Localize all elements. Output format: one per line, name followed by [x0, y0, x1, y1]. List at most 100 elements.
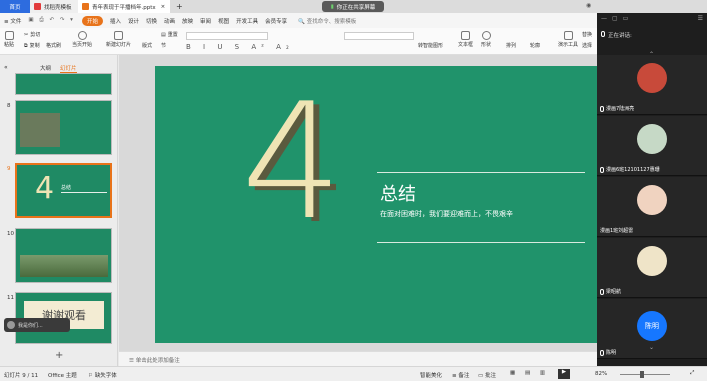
font-format-group[interactable]: B I U S A² A₂ [186, 43, 294, 51]
menu-review[interactable]: 审阅 [200, 17, 211, 25]
participant-avatar [637, 185, 667, 215]
slide-subtitle[interactable]: 在面对困难时，我们要迎难而上，不畏艰辛 [380, 209, 513, 219]
menu-bar: ≡ 文件 ▣ ⎙ ↶ ↷ ▾ 开始 插入 设计 切换 动画 放映 审阅 视图 开… [0, 13, 597, 28]
reset-button[interactable]: ▤ 重置 [161, 31, 178, 39]
play-slideshow-button[interactable]: ▶ [558, 369, 570, 379]
shape-button[interactable]: 形状 [481, 31, 491, 48]
slide-thumbnail-10[interactable] [15, 228, 112, 283]
minimize-icon[interactable]: — [601, 15, 607, 22]
presentation-tool-icon [563, 31, 573, 40]
participant-tile[interactable]: 漫画1班刘超雷 [597, 177, 707, 237]
window-icon[interactable]: ▢ [612, 15, 618, 22]
tab-slides[interactable]: 幻灯片 [60, 64, 77, 73]
replace-button[interactable]: 替换 [582, 31, 592, 38]
outline-button[interactable]: 轮廓 [530, 42, 540, 49]
reset-label: 重置 [167, 32, 178, 38]
zoom-slider-thumb[interactable] [640, 371, 644, 378]
new-slide-button[interactable]: 新建幻灯片 [106, 31, 131, 48]
section-button[interactable]: 节 [161, 42, 166, 49]
meeting-toolbar: — ▢ ▭ ☰ [597, 13, 707, 23]
docer-icon [34, 3, 41, 10]
participant-initials: 陈明 [645, 322, 659, 330]
avatar-icon[interactable]: ◉ [586, 2, 591, 9]
participant-name: 漫画1班刘超雷 [600, 228, 634, 234]
participant-tile[interactable]: 陈明 ⌄ 陈明 [597, 299, 707, 359]
copy-button[interactable]: ⧉ 复制 [24, 42, 40, 50]
menu-slideshow[interactable]: 放映 [182, 17, 193, 25]
tab-home[interactable]: 首页 [0, 0, 30, 13]
presentation-tool-button[interactable]: 演示工具 [558, 31, 578, 48]
notes-toggle-icon[interactable]: ☰ [129, 358, 134, 364]
bottom-divider-line [377, 242, 585, 243]
add-slide-button[interactable]: + [55, 350, 63, 361]
participant-tile[interactable]: 漫画6班12101127惠珊 [597, 116, 707, 176]
textbox-button[interactable]: 文本框 [458, 31, 473, 48]
new-tab-icon[interactable]: + [176, 2, 183, 11]
comments-button[interactable]: ▭ 批注 [478, 371, 496, 379]
notes-button[interactable]: ≡ 备注 [452, 371, 469, 379]
font-name-select[interactable] [186, 32, 268, 40]
menu-insert[interactable]: 插入 [110, 17, 121, 25]
command-search[interactable]: 🔍 查找命令、搜索模板 [298, 17, 356, 25]
ppt-file-icon [82, 3, 89, 10]
textbox-icon [461, 31, 470, 40]
scroll-down-icon[interactable]: ⌄ [649, 344, 654, 351]
menu-developer[interactable]: 开发工具 [236, 17, 258, 25]
presentation-tool-label: 演示工具 [558, 42, 579, 48]
view-mode-buttons[interactable]: ▦ ▤ ▥ [510, 370, 549, 376]
menu-file[interactable]: ≡ 文件 [4, 17, 21, 25]
paragraph-controls[interactable] [344, 32, 414, 40]
menu-start[interactable]: 开始 [81, 15, 103, 26]
slide-thumbnail-9[interactable]: 4 总结 [15, 163, 112, 218]
more-icon[interactable]: ☰ [698, 15, 703, 22]
layout-button[interactable]: 版式 [142, 42, 152, 49]
slide-thumbnail-7-partial[interactable] [15, 73, 112, 95]
play-from-current-button[interactable]: 当页开始 [72, 31, 92, 48]
replace-label: 替换 [582, 32, 593, 38]
menu-member[interactable]: 会员专享 [265, 17, 287, 25]
big-number[interactable]: 4 [241, 82, 343, 242]
format-painter-button[interactable]: 格式刷 [46, 42, 61, 49]
smart-beautify-button[interactable]: 智能美化 [420, 371, 442, 379]
slide-number: 8 [7, 103, 11, 109]
tab-home-label: 首页 [9, 4, 21, 11]
participant-tile[interactable]: 漫画7陆洲亮 [597, 55, 707, 115]
tab-presentation[interactable]: 青年表现于平播档年.pptx × [78, 0, 170, 13]
thumbnail-big-number: 4 [35, 171, 55, 206]
play-from-current-label: 当页开始 [72, 42, 93, 48]
reset-icon: ▤ [161, 31, 166, 38]
select-button[interactable]: 选择 [582, 42, 592, 49]
layout-icon[interactable]: ▭ [623, 15, 629, 22]
assistant-tip[interactable]: 我是你们... [4, 318, 70, 332]
shape-label: 形状 [481, 42, 492, 48]
notes-pane[interactable]: ☰ 单击此处添加备注 [119, 351, 597, 366]
menu-transition[interactable]: 切换 [146, 17, 157, 25]
menu-animation[interactable]: 动画 [164, 17, 175, 25]
current-slide[interactable]: 4 4 总结 在面对困难时，我们要迎难而上，不畏艰辛 [155, 66, 597, 343]
tab-outline[interactable]: 大纲 [40, 64, 51, 72]
slide-title[interactable]: 总结 [380, 180, 416, 206]
close-tab-icon[interactable]: × [161, 4, 166, 10]
menu-view[interactable]: 视图 [218, 17, 229, 25]
screen-share-indicator[interactable]: ▮ 你正在共享屏幕 [322, 1, 384, 12]
convert-smartart-button[interactable]: 转智能图形 [418, 42, 443, 49]
mic-icon [600, 166, 604, 173]
theme-name[interactable]: Office 主题 [48, 371, 77, 379]
zoom-slider[interactable] [620, 374, 670, 375]
menu-design[interactable]: 设计 [128, 17, 139, 25]
tab-docer-templates[interactable]: 找稻壳模板 [30, 0, 78, 13]
mic-icon [601, 31, 605, 37]
collapse-panel-icon[interactable]: « [4, 64, 8, 71]
missing-font-button[interactable]: ⚐ 缺失字体 [88, 371, 117, 379]
participant-tile[interactable]: 梁昭航 [597, 238, 707, 298]
slide-thumbnail-8[interactable] [15, 100, 112, 155]
arrange-button[interactable]: 排列 [506, 42, 516, 49]
zoom-level[interactable]: 82% [595, 371, 607, 377]
fit-window-icon[interactable]: ⤢ [690, 370, 694, 377]
bar-chart-icon: ▮ [330, 3, 334, 10]
cut-button[interactable]: ✂ 剪切 [24, 31, 40, 39]
participant-name: 漫画6班12101127惠珊 [606, 167, 660, 173]
paste-button[interactable]: 粘贴 [4, 31, 14, 48]
layout-label: 版式 [142, 43, 153, 49]
top-divider-line [377, 172, 585, 173]
